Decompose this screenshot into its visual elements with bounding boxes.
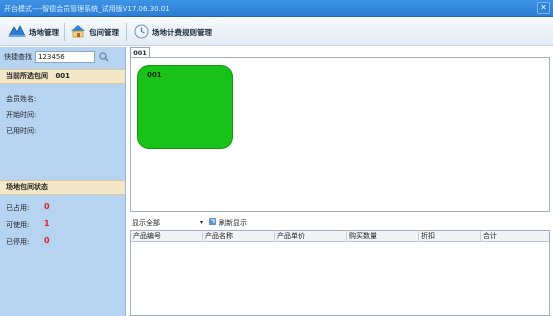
stat-available: 可使用: 1	[6, 219, 50, 230]
column-header[interactable]: 产品名称	[203, 231, 275, 242]
stat-value: 1	[44, 219, 50, 228]
refresh-label: 刷新显示	[219, 218, 247, 227]
stat-label: 可使用:	[6, 221, 30, 229]
title-bar: 开台模式----智德会员管理系统_试用版V17.06.30.01 ✕	[0, 0, 553, 17]
stat-value: 0	[44, 236, 50, 245]
main-area: 001 001 显示全部 ▾ 刷新显示 产品编号 产品名称 产品单价 购买数量 …	[127, 47, 553, 316]
stat-value: 0	[44, 202, 50, 211]
start-time-label: 开始时间:	[6, 111, 37, 119]
used-time-label: 已用时间:	[6, 127, 37, 135]
current-room-value: 001	[55, 72, 71, 80]
venue-icon	[8, 24, 26, 40]
quick-search: 快捷查找	[4, 51, 110, 63]
stat-disabled: 已停用: 0	[6, 236, 50, 247]
stat-occupied: 已占用: 0	[6, 202, 50, 213]
show-all-select[interactable]: 显示全部	[132, 218, 160, 228]
member-name-label: 会员姓名:	[6, 95, 37, 103]
column-header[interactable]: 产品单价	[275, 231, 347, 242]
search-label: 快捷查找	[4, 53, 32, 61]
column-header[interactable]: 购买数量	[347, 231, 419, 242]
room-name: 001	[147, 71, 162, 79]
refresh-icon	[208, 217, 217, 228]
current-room-label: 当前所选包间	[6, 72, 48, 80]
grid-header: 产品编号 产品名称 产品单价 购买数量 折扣 合计	[131, 231, 549, 242]
product-grid: 产品编号 产品名称 产品单价 购买数量 折扣 合计	[130, 230, 550, 316]
column-header[interactable]: 产品编号	[131, 231, 203, 242]
window-title: 开台模式----智德会员管理系统_试用版V17.06.30.01	[4, 5, 170, 13]
refresh-button[interactable]: 刷新显示	[208, 217, 247, 228]
room-management-label: 包间管理	[89, 27, 119, 37]
venue-management-button[interactable]: 场地管理	[8, 23, 59, 41]
left-panel: 快捷查找 当前所选包间 001 会员姓名: 开始时间: 已用时间: 场地包间状态…	[0, 47, 126, 316]
current-room-header: 当前所选包间 001	[0, 69, 125, 84]
toolbar-separator	[64, 23, 65, 41]
room-management-button[interactable]: 包间管理	[70, 23, 119, 41]
billing-rule-label: 场地计费规则管理	[152, 27, 212, 37]
search-icon[interactable]	[98, 51, 110, 63]
toolbar-separator	[126, 23, 127, 41]
venue-management-label: 场地管理	[29, 27, 59, 37]
search-input[interactable]	[35, 51, 95, 63]
stat-label: 已停用:	[6, 238, 30, 246]
billing-rule-button[interactable]: 场地计费规则管理	[134, 23, 212, 41]
toolbar: 场地管理 包间管理 场地计费规则管理	[0, 18, 553, 46]
filter-strip: 显示全部 ▾ 刷新显示	[130, 216, 550, 228]
stat-label: 已占用:	[6, 204, 30, 212]
house-icon	[70, 24, 86, 40]
clock-icon	[134, 24, 149, 41]
close-button[interactable]: ✕	[537, 2, 550, 14]
room-status-header: 场地包间状态	[0, 180, 125, 195]
chevron-down-icon[interactable]: ▾	[200, 219, 203, 226]
room-panel: 001	[130, 57, 550, 212]
column-header[interactable]: 合计	[481, 231, 549, 242]
column-header[interactable]: 折扣	[419, 231, 481, 242]
room-tile[interactable]: 001	[137, 65, 233, 149]
